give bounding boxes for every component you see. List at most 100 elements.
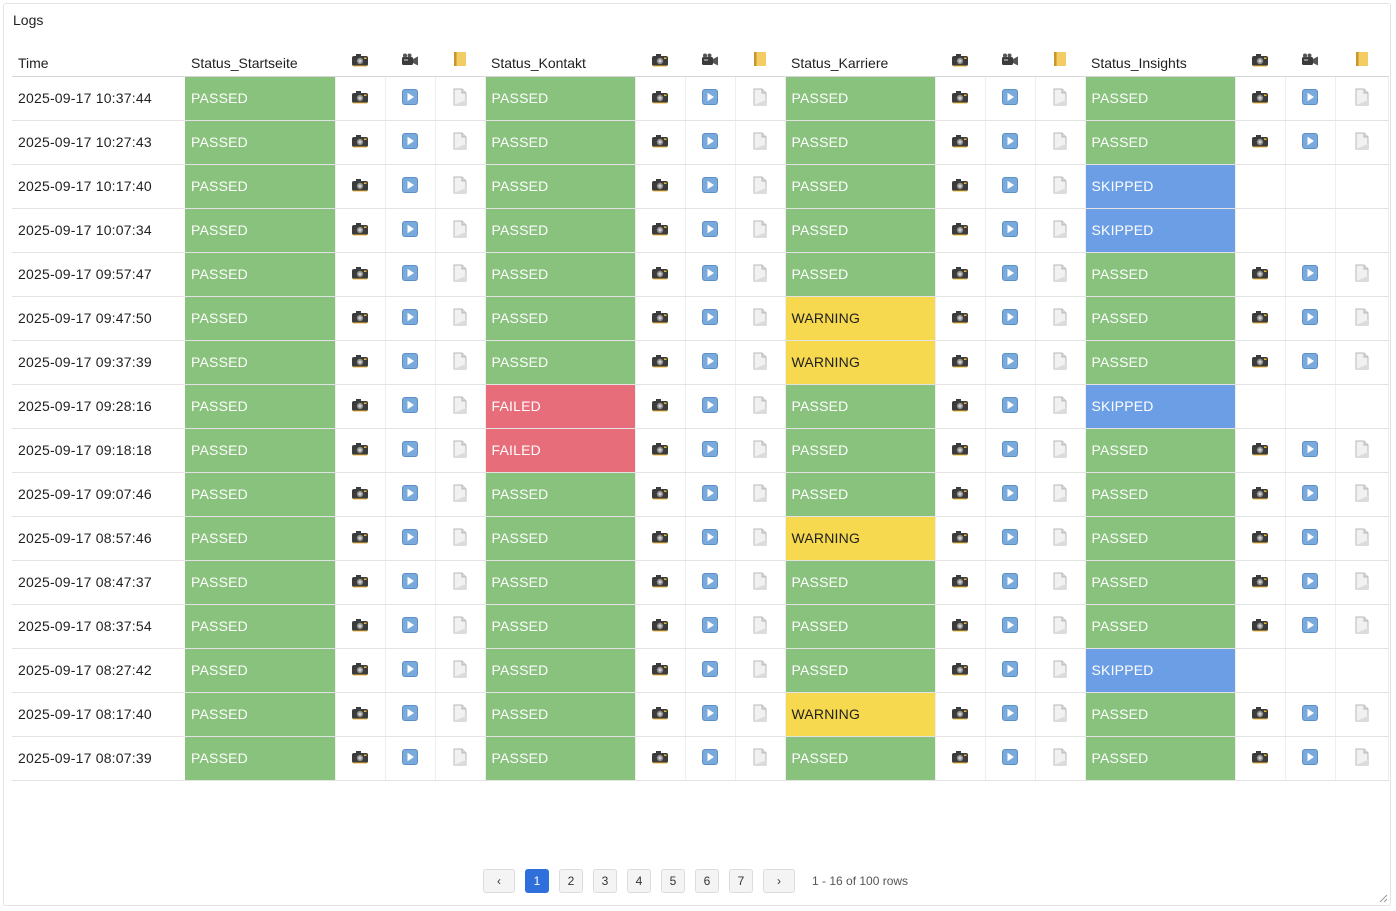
log-link-cell[interactable] (435, 648, 486, 693)
screenshot-link-cell[interactable] (335, 340, 386, 385)
document-icon[interactable] (753, 748, 767, 766)
log-link-cell[interactable] (1035, 692, 1086, 737)
document-icon[interactable] (753, 132, 767, 150)
log-link-cell[interactable] (1335, 340, 1389, 385)
video-link-cell[interactable] (1285, 736, 1336, 781)
document-icon[interactable] (1355, 88, 1369, 106)
log-link-cell[interactable] (435, 340, 486, 385)
video-link-cell[interactable] (685, 384, 736, 429)
document-icon[interactable] (453, 176, 467, 194)
log-link-cell[interactable] (735, 164, 786, 209)
play-icon[interactable] (1001, 88, 1019, 106)
screenshot-link-cell[interactable] (335, 736, 386, 781)
camera-icon[interactable] (1251, 134, 1269, 148)
screenshot-link-cell[interactable] (1235, 516, 1286, 561)
video-link-cell[interactable] (1285, 604, 1336, 649)
video-link-cell[interactable] (385, 340, 436, 385)
screenshot-link-cell[interactable] (1235, 120, 1286, 165)
document-icon[interactable] (453, 572, 467, 590)
log-link-cell[interactable] (1035, 604, 1086, 649)
document-icon[interactable] (453, 308, 467, 326)
camera-icon[interactable] (951, 574, 969, 588)
document-icon[interactable] (1053, 352, 1067, 370)
document-icon[interactable] (1053, 440, 1067, 458)
play-icon[interactable] (401, 132, 419, 150)
play-icon[interactable] (401, 176, 419, 194)
play-icon[interactable] (401, 440, 419, 458)
video-link-cell[interactable] (685, 164, 736, 209)
log-link-cell[interactable] (735, 428, 786, 473)
document-icon[interactable] (1053, 220, 1067, 238)
video-link-cell[interactable] (985, 340, 1036, 385)
video-link-cell[interactable] (1285, 252, 1336, 297)
document-icon[interactable] (453, 88, 467, 106)
screenshot-link-cell[interactable] (635, 384, 686, 429)
play-icon[interactable] (701, 748, 719, 766)
log-link-cell[interactable] (1335, 296, 1389, 341)
screenshot-link-cell[interactable] (335, 120, 386, 165)
camera-icon[interactable] (351, 178, 369, 192)
screenshot-link-cell[interactable] (635, 648, 686, 693)
camera-icon[interactable] (351, 530, 369, 544)
camera-icon[interactable] (951, 222, 969, 236)
document-icon[interactable] (1053, 396, 1067, 414)
log-link-cell[interactable] (735, 560, 786, 605)
log-link-cell[interactable] (735, 516, 786, 561)
video-link-cell[interactable] (385, 76, 436, 121)
document-icon[interactable] (1053, 132, 1067, 150)
document-icon[interactable] (1355, 528, 1369, 546)
play-icon[interactable] (1301, 528, 1319, 546)
camera-icon[interactable] (951, 398, 969, 412)
video-link-cell[interactable] (985, 560, 1036, 605)
screenshot-link-cell[interactable] (635, 120, 686, 165)
play-icon[interactable] (1301, 572, 1319, 590)
screenshot-link-cell[interactable] (335, 516, 386, 561)
document-icon[interactable] (1355, 704, 1369, 722)
play-icon[interactable] (701, 440, 719, 458)
video-link-cell[interactable] (1285, 296, 1336, 341)
document-icon[interactable] (753, 572, 767, 590)
video-link-cell[interactable] (385, 604, 436, 649)
screenshot-link-cell[interactable] (935, 208, 986, 253)
pagination-prev-button[interactable]: ‹ (483, 869, 515, 893)
play-icon[interactable] (1001, 572, 1019, 590)
screenshot-link-cell[interactable] (335, 384, 386, 429)
camera-icon[interactable] (951, 266, 969, 280)
screenshot-link-cell[interactable] (335, 604, 386, 649)
video-link-cell[interactable] (385, 252, 436, 297)
document-icon[interactable] (1053, 264, 1067, 282)
video-link-cell[interactable] (985, 296, 1036, 341)
document-icon[interactable] (753, 176, 767, 194)
screenshot-link-cell[interactable] (335, 560, 386, 605)
video-link-cell[interactable] (385, 120, 436, 165)
log-link-cell[interactable] (435, 120, 486, 165)
camera-icon[interactable] (351, 662, 369, 676)
play-icon[interactable] (1001, 264, 1019, 282)
document-icon[interactable] (453, 616, 467, 634)
log-link-cell[interactable] (735, 736, 786, 781)
screenshot-link-cell[interactable] (335, 472, 386, 517)
document-icon[interactable] (453, 264, 467, 282)
play-icon[interactable] (401, 704, 419, 722)
play-icon[interactable] (1001, 396, 1019, 414)
play-icon[interactable] (701, 352, 719, 370)
play-icon[interactable] (401, 352, 419, 370)
camera-icon[interactable] (651, 486, 669, 500)
video-link-cell[interactable] (985, 384, 1036, 429)
log-link-cell[interactable] (735, 604, 786, 649)
log-link-cell[interactable] (1335, 428, 1389, 473)
log-link-cell[interactable] (735, 296, 786, 341)
document-icon[interactable] (753, 660, 767, 678)
video-link-cell[interactable] (1285, 560, 1336, 605)
video-link-cell[interactable] (685, 648, 736, 693)
camera-icon[interactable] (651, 618, 669, 632)
log-link-cell[interactable] (1035, 296, 1086, 341)
camera-icon[interactable] (1251, 706, 1269, 720)
pagination-page-3[interactable]: 3 (593, 869, 617, 893)
screenshot-link-cell[interactable] (935, 692, 986, 737)
screenshot-link-cell[interactable] (335, 164, 386, 209)
screenshot-link-cell[interactable] (1235, 252, 1286, 297)
camera-icon[interactable] (951, 530, 969, 544)
document-icon[interactable] (1355, 132, 1369, 150)
play-icon[interactable] (1301, 484, 1319, 502)
